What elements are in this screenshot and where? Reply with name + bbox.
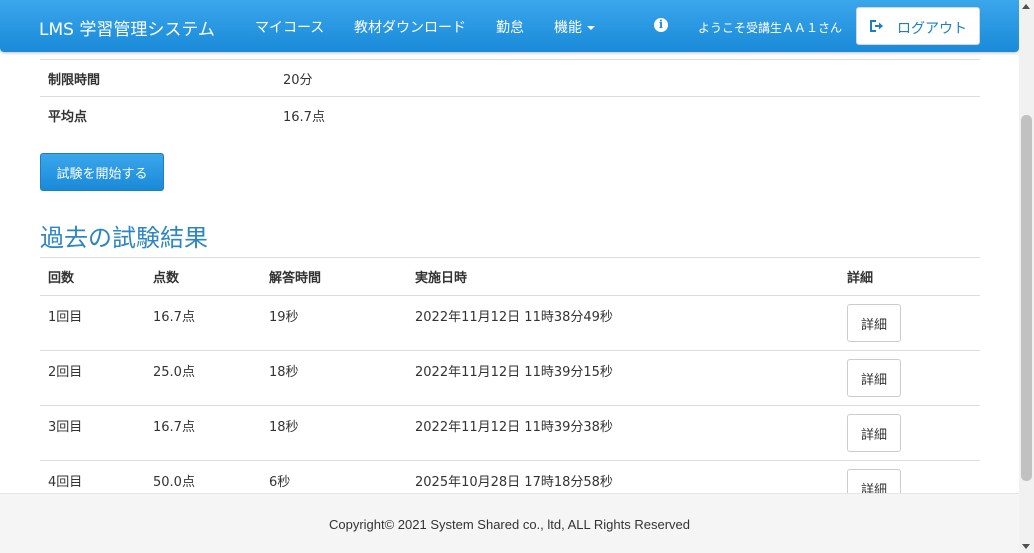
start-exam-button[interactable]: 試験を開始する [40,153,164,191]
header-count: 回数 [40,257,145,296]
top-navbar: LMS 学習管理システム マイコース 教材ダウンロード 勤怠 機能 i ようこそ… [0,0,1019,52]
scrollbar-thumb[interactable] [1021,115,1032,481]
brand-link[interactable]: LMS 学習管理システム [39,15,215,40]
page-footer: Copyright© 2021 System Shared co., ltd, … [0,493,1019,553]
past-results-title: 過去の試験結果 [40,224,208,252]
logout-icon [870,20,883,32]
row-count: 1回目 [40,295,145,351]
header-answer-time: 解答時間 [261,257,407,296]
detail-button[interactable]: 詳細 [847,359,901,397]
header-detail: 詳細 [839,257,980,296]
info-icon[interactable]: i [654,18,668,32]
welcome-message: ようこそ受講生ＡＡ１さん [698,21,843,35]
row-detail-cell: 詳細 [839,350,980,406]
average-score-label: 平均点 [40,96,275,134]
row-time: 19秒 [261,295,407,351]
past-results-table: 回数 点数 解答時間 実施日時 詳細 1回目 16.7点 19秒 2022年11… [40,257,980,516]
table-header-row: 回数 点数 解答時間 実施日時 詳細 [40,257,980,296]
copyright-text: Copyright© 2021 System Shared co., ltd, … [328,517,690,532]
detail-button[interactable]: 詳細 [847,414,901,452]
nav-material-download[interactable]: 教材ダウンロード [354,17,466,37]
table-row: 3回目 16.7点 18秒 2022年11月12日 11時39分38秒 詳細 [40,405,980,461]
nav-my-courses[interactable]: マイコース [255,17,324,37]
exam-info-row: 平均点 16.7点 [40,96,980,134]
row-score: 25.0点 [145,350,261,406]
average-score-value: 16.7点 [275,96,980,134]
caret-down-icon [587,26,595,30]
row-count: 3回目 [40,405,145,461]
row-time: 18秒 [261,405,407,461]
row-detail-cell: 詳細 [839,405,980,461]
row-score: 16.7点 [145,405,261,461]
row-date: 2022年11月12日 11時39分38秒 [407,405,839,461]
time-limit-value: 20分 [275,59,980,97]
row-count: 2回目 [40,350,145,406]
exam-info-table: 制限時間 20分 平均点 16.7点 [40,59,980,134]
row-detail-cell: 詳細 [839,295,980,351]
scroll-down-arrow-icon[interactable] [1022,544,1030,549]
logout-label: ログアウト [897,20,967,36]
nav-attendance[interactable]: 勤怠 [496,17,524,37]
header-score: 点数 [145,257,261,296]
row-date: 2022年11月12日 11時39分15秒 [407,350,839,406]
time-limit-label: 制限時間 [40,59,275,97]
vertical-scrollbar[interactable] [1019,0,1034,553]
table-row: 1回目 16.7点 19秒 2022年11月12日 11時38分49秒 詳細 [40,295,980,351]
row-date: 2022年11月12日 11時38分49秒 [407,295,839,351]
logout-button[interactable]: ログアウト [856,7,980,45]
row-score: 16.7点 [145,295,261,351]
header-date: 実施日時 [407,257,839,296]
row-time: 18秒 [261,350,407,406]
detail-button[interactable]: 詳細 [847,304,901,342]
nav-functions-dropdown[interactable]: 機能 [554,17,595,37]
table-row: 2回目 25.0点 18秒 2022年11月12日 11時39分15秒 詳細 [40,350,980,406]
nav-functions-label: 機能 [554,20,582,36]
scroll-up-arrow-icon[interactable] [1022,4,1030,9]
exam-info-row: 制限時間 20分 [40,59,980,97]
